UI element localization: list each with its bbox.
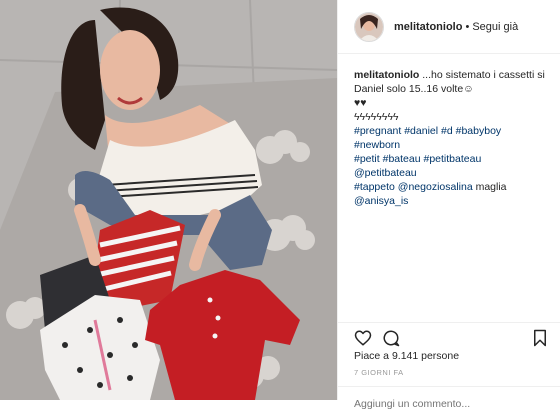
- header-separator: •: [465, 20, 470, 33]
- caption-line-2: Daniel solo 15..16 volte☺: [354, 82, 546, 96]
- caption-tags-1: #pregnant #daniel #d #babyboy #newborn: [354, 124, 546, 152]
- mention-link[interactable]: @negoziosalina: [398, 181, 473, 193]
- hashtag-link[interactable]: #newborn: [354, 139, 400, 151]
- post-image: [0, 0, 337, 400]
- comment-button[interactable]: [380, 327, 402, 349]
- save-button[interactable]: [529, 327, 551, 349]
- hashtag-link[interactable]: #pregnant: [354, 125, 401, 137]
- smile-emoji: ☺: [463, 83, 474, 95]
- caption-text-1: ...ho sistemato i cassetti si: [419, 69, 545, 81]
- heart-icon: [354, 330, 372, 345]
- caption-tags-2: #petit #bateau #petitbateau @petitbateau: [354, 152, 546, 180]
- like-button[interactable]: [352, 327, 374, 349]
- bookmark-icon: [534, 329, 546, 346]
- avatar[interactable]: [354, 11, 384, 42]
- header-text: melitatoniolo • Segui già: [394, 21, 518, 33]
- likes-count[interactable]: Piace a 9.141 persone: [354, 350, 459, 362]
- action-bar: [338, 322, 560, 352]
- hashtag-link[interactable]: #daniel: [404, 125, 438, 137]
- caption-tags-4: @anisya_is: [354, 194, 546, 208]
- post-header: melitatoniolo • Segui già: [338, 0, 560, 54]
- hashtag-link[interactable]: #petitbateau: [424, 153, 482, 165]
- post-timestamp[interactable]: 7 GIORNI FA: [354, 368, 404, 377]
- avatar-image: [355, 12, 383, 41]
- instagram-post: melitatoniolo • Segui già melitatoniolo ..…: [0, 0, 560, 410]
- hashtag-link[interactable]: #bateau: [383, 153, 421, 165]
- caption-hearts: ♥♥: [354, 97, 367, 109]
- caption-lightning: ϟϟϟϟϟϟϟϟ: [354, 111, 399, 123]
- hashtag-link[interactable]: #petit: [354, 153, 380, 165]
- caption-tags-3: #tappeto @negoziosalina maglia: [354, 180, 546, 194]
- caption-username[interactable]: melitatoniolo: [354, 69, 419, 81]
- hashtag-link[interactable]: #babyboy: [456, 125, 502, 137]
- mention-link[interactable]: @petitbateau: [354, 167, 417, 179]
- post-photo[interactable]: [0, 0, 337, 400]
- caption-text-2: Daniel solo 15..16 volte: [354, 83, 464, 95]
- post-side-panel: melitatoniolo • Segui già melitatoniolo ..…: [337, 0, 560, 410]
- caption-text-3: maglia: [472, 181, 507, 193]
- hashtag-link[interactable]: #tappeto: [354, 181, 395, 193]
- header-username[interactable]: melitatoniolo: [394, 21, 462, 33]
- mention-link[interactable]: @anisya_is: [354, 195, 408, 207]
- comment-icon: [383, 329, 400, 346]
- hashtag-link[interactable]: #d: [441, 125, 453, 137]
- following-button[interactable]: Segui già: [472, 21, 518, 33]
- caption-line-1: melitatoniolo ...ho sistemato i cassetti…: [354, 68, 546, 82]
- comment-box: [338, 386, 560, 416]
